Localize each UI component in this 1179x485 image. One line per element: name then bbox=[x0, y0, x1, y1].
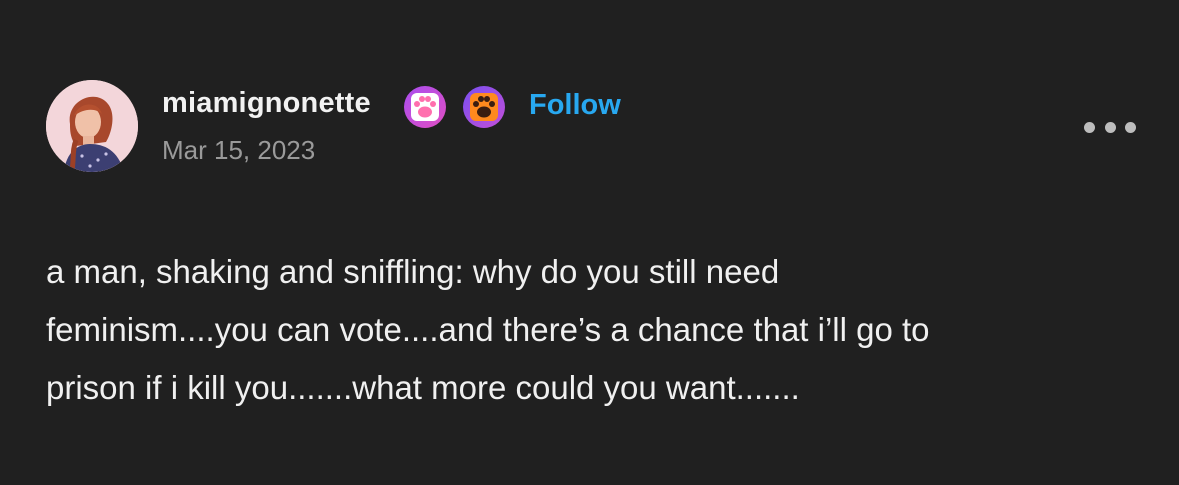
follow-button[interactable]: Follow bbox=[529, 89, 621, 122]
avatar-photo bbox=[46, 80, 138, 172]
post-body-line: a man, shaking and sniffling: why do you… bbox=[46, 253, 780, 290]
post-body-line: feminism....you can vote....and there’s … bbox=[46, 311, 930, 348]
avatar[interactable] bbox=[46, 80, 138, 172]
username-link[interactable]: miamignonette bbox=[162, 87, 371, 120]
dot bbox=[1104, 121, 1116, 133]
post-body: a man, shaking and sniffling: why do you… bbox=[46, 243, 1136, 417]
post-card: miamignonette Follow Mar 15, 2023 a man,… bbox=[0, 0, 1179, 485]
dot bbox=[1125, 121, 1136, 133]
ellipsis-icon[interactable] bbox=[1084, 117, 1136, 137]
post-body-line: prison if i kill you.......what more cou… bbox=[46, 369, 800, 406]
dot bbox=[1084, 121, 1095, 133]
paw-badge-icon[interactable] bbox=[462, 85, 506, 129]
post-date[interactable]: Mar 15, 2023 bbox=[162, 135, 315, 166]
paw-badge-icon[interactable] bbox=[403, 85, 447, 129]
